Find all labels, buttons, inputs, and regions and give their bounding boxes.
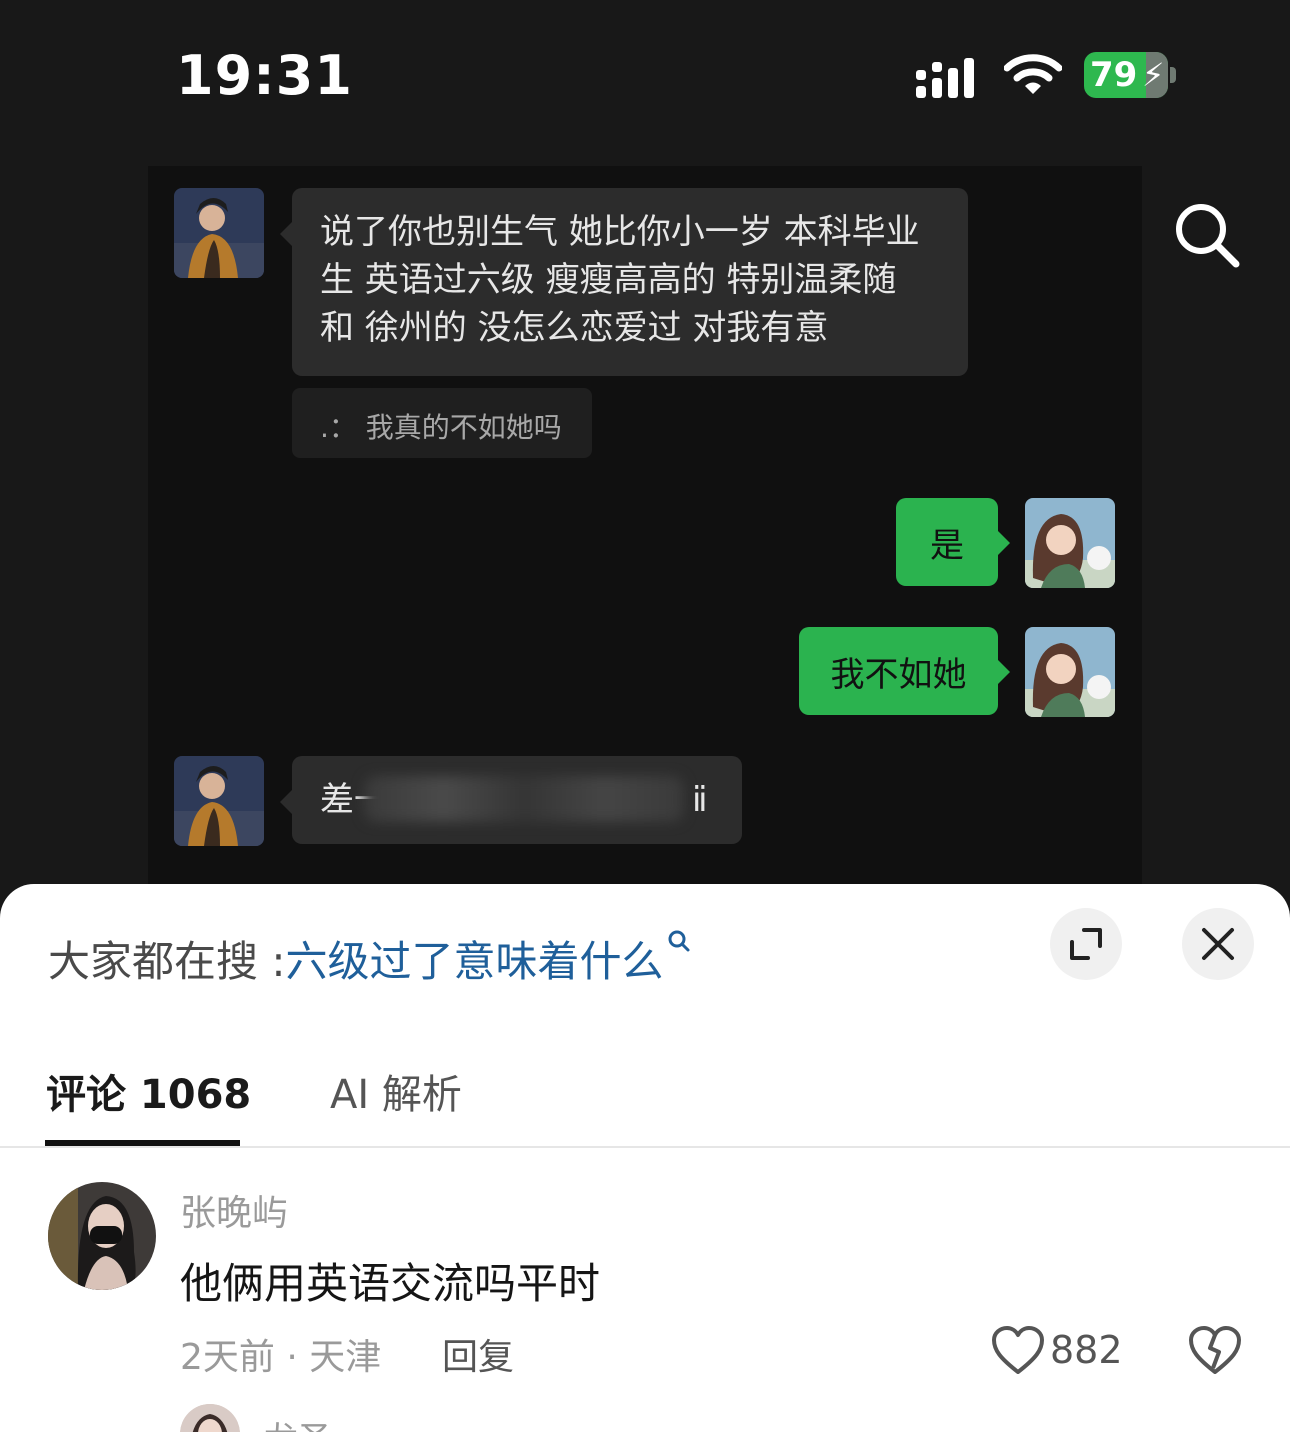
tab-ai-analysis[interactable]: AI 解析 (330, 1062, 462, 1120)
expand-icon (1070, 928, 1102, 960)
sender-avatar-illustration (174, 188, 264, 278)
cellular-signal-icon (916, 58, 974, 98)
self-avatar (1025, 498, 1115, 588)
dislike-broken-heart-icon[interactable] (1188, 1324, 1242, 1376)
sender-avatar-illustration (174, 756, 264, 846)
received-message-text-end: ⅱ (692, 780, 708, 820)
received-message-text: 说了你也别生气 她比你小一岁 本科毕业生 英语过六级 瘦瘦高高的 特别温柔随和 … (320, 212, 920, 348)
keyword-search-icon (668, 930, 690, 952)
status-bar: 19:31 79 ⚡ (0, 0, 1290, 150)
like-heart-icon[interactable] (990, 1324, 1046, 1376)
sender-avatar (174, 756, 264, 846)
commenter-name[interactable]: 张晚屿 (180, 1184, 288, 1236)
sent-message-bubble[interactable]: 是 (896, 498, 1010, 586)
close-icon (1202, 928, 1234, 960)
quoted-message[interactable]: .： 我真的不如她吗 (292, 388, 592, 458)
status-time: 19:31 (176, 44, 353, 107)
chat-screenshot: 说了你也别生气 她比你小一岁 本科毕业生 英语过六级 瘦瘦高高的 特别温柔随和 … (148, 166, 1142, 886)
hot-search-prefix: 大家都在搜 : (48, 937, 286, 986)
commenter-avatar[interactable] (180, 1404, 240, 1432)
received-message-bubble[interactable]: 说了你也别生气 她比你小一岁 本科毕业生 英语过六级 瘦瘦高高的 特别温柔随和 … (280, 188, 968, 376)
reply-button[interactable]: 回复 (442, 1328, 514, 1380)
close-button[interactable] (1182, 908, 1254, 980)
comment-meta: 2天前 · 天津 (180, 1337, 382, 1378)
self-avatar-illustration (1025, 498, 1115, 588)
quoted-message-text: .： 我真的不如她吗 (320, 411, 562, 444)
hot-search-keyword[interactable]: 六级过了意味着什么 (286, 937, 664, 986)
sent-message-text: 我不如她 (830, 655, 967, 695)
battery-icon: 79 ⚡ (1084, 52, 1178, 98)
commenter-avatar-photo (48, 1182, 156, 1290)
commenter-avatar-photo (180, 1404, 240, 1432)
comments-sheet: 大家都在搜 :六级过了意味着什么 评论 1068 AI 解析 张晚屿 他俩用英语… (0, 884, 1290, 1432)
self-avatar (1025, 627, 1115, 717)
hot-search-bar[interactable]: 大家都在搜 :六级过了意味着什么 (48, 928, 692, 989)
expand-button[interactable] (1050, 908, 1122, 980)
commenter-avatar[interactable] (48, 1182, 156, 1290)
blurred-text-mosaic (364, 776, 684, 822)
tab-comments[interactable]: 评论 1068 (46, 1062, 251, 1120)
like-count: 882 (1050, 1328, 1123, 1372)
sent-message-text: 是 (930, 526, 964, 566)
battery-cap (1170, 67, 1176, 83)
sent-message-bubble[interactable]: 我不如她 (799, 627, 1010, 715)
received-message-bubble[interactable]: 差一 ⅱ (280, 756, 742, 844)
sender-avatar (174, 188, 264, 278)
search-icon[interactable] (1170, 198, 1242, 270)
wifi-icon (1004, 54, 1062, 94)
charging-bolt-icon: ⚡ (1142, 56, 1165, 94)
self-avatar-illustration (1025, 627, 1115, 717)
divider (0, 1146, 1290, 1148)
commenter-name[interactable]: 龙圣 (264, 1412, 332, 1432)
battery-level: 79 (1090, 55, 1138, 95)
comment-text: 他俩用英语交流吗平时 (180, 1259, 601, 1308)
